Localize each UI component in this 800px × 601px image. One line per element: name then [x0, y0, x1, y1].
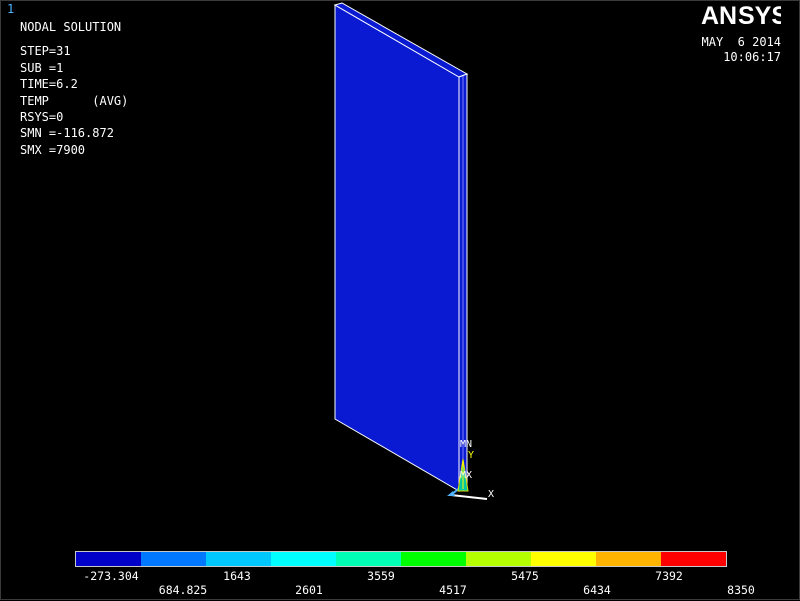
- legend-label-bottom-3: 4517: [439, 583, 467, 597]
- legend-swatch-6: [401, 552, 466, 566]
- contour-legend-bar: [75, 551, 727, 567]
- legend-label-top-1: -273.304: [83, 569, 139, 583]
- triad-label-y: Y: [468, 450, 474, 461]
- legend-swatch-10: [661, 552, 726, 566]
- legend-label-top-4: 5475: [511, 569, 539, 583]
- legend-labels: -273.304 684.825 1643 2601 3559 4517 547…: [1, 567, 800, 601]
- legend-swatch-2: [141, 552, 206, 566]
- legend-label-bottom-5: 8350: [727, 583, 755, 597]
- plate-front-face: [334, 4, 460, 492]
- triad-label-mn: MN: [460, 439, 472, 450]
- legend-swatch-9: [596, 552, 661, 566]
- legend-swatch-1: [76, 552, 141, 566]
- legend-label-bottom-4: 6434: [583, 583, 611, 597]
- legend-swatch-3: [206, 552, 271, 566]
- graphics-window[interactable]: 1 NODAL SOLUTION STEP=31 SUB =1 TIME=6.2…: [0, 0, 800, 600]
- legend-label-bottom-2: 2601: [295, 583, 323, 597]
- legend-swatch-8: [531, 552, 596, 566]
- legend-label-bottom-1: 684.825: [158, 583, 208, 597]
- triad-label-mx: MX: [460, 470, 472, 481]
- legend-label-top-5: 7392: [655, 569, 683, 583]
- triad-label-x: X: [488, 489, 494, 500]
- model-view[interactable]: MN Y MX X: [1, 1, 800, 546]
- legend-swatch-5: [336, 552, 401, 566]
- legend-label-top-3: 3559: [367, 569, 395, 583]
- triad-x-axis: [450, 494, 488, 500]
- legend-label-top-2: 1643: [223, 569, 251, 583]
- legend-swatch-7: [466, 552, 531, 566]
- legend-swatch-4: [271, 552, 336, 566]
